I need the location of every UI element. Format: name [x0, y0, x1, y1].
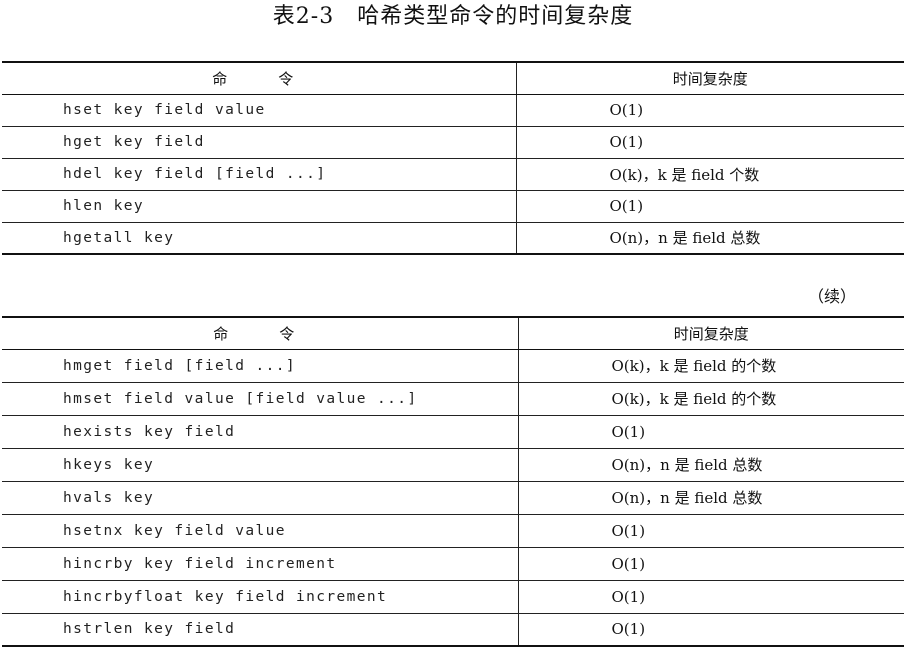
table-header-row: 命 令 时间复杂度	[2, 317, 904, 350]
table-row: hstrlen key field O(1)	[2, 613, 904, 646]
table-row: hset key field value O(1)	[2, 94, 904, 127]
command-cell: hlen key	[2, 190, 517, 223]
table-row: hmget field [field ...] O(k)，k 是 field 的个…	[2, 349, 904, 383]
table-row: hincrbyfloat key field increment O(1)	[2, 580, 904, 614]
complexity-cell: O(1)	[518, 415, 904, 449]
command-cell: hkeys key	[2, 448, 519, 482]
complexity-cell: O(1)	[516, 190, 904, 223]
command-cell: hstrlen key field	[2, 613, 519, 646]
command-cell: hincrbyfloat key field increment	[2, 580, 519, 614]
table-row: hkeys key O(n)，n 是 field 总数	[2, 448, 904, 482]
column-header-command: 命 令	[2, 317, 519, 350]
complexity-cell: O(n)，n 是 field 总数	[609, 229, 761, 248]
column-header-complexity: 时间复杂度	[516, 62, 904, 95]
complexity-cell: O(1)	[518, 514, 904, 548]
command-cell: hincrby key field increment	[2, 547, 519, 581]
complexity-cell: O(k)，k 是 field 个数	[516, 158, 904, 191]
complexity-cell: O(n)，n 是 field 总数	[518, 481, 904, 515]
table-row: hmset field value [field value ...] O(k)，…	[2, 382, 904, 416]
complexity-cell: O(k)，k 是 field 的个数	[518, 349, 904, 383]
table-row: hsetnx key field value O(1)	[2, 514, 904, 548]
command-cell: hsetnx key field value	[2, 514, 519, 548]
complexity-cell: O(1)	[516, 94, 904, 127]
command-cell: hexists key field	[2, 415, 519, 449]
command-cell: hset key field value	[2, 94, 517, 127]
complexity-cell: O(1)	[518, 547, 904, 581]
command-cell: hmset field value [field value ...]	[2, 382, 519, 416]
table-caption: 表2-3 哈希类型命令的时间复杂度	[272, 4, 634, 29]
table-header-row: 命 令 时间复杂度	[2, 62, 904, 95]
command-cell: hget key field	[2, 126, 517, 159]
table-row: hexists key field O(1)	[2, 415, 904, 449]
command-cell: hmget field [field ...]	[2, 349, 519, 383]
command-cell: hvals key	[2, 481, 519, 515]
table-row: hget key field O(1)	[2, 126, 904, 159]
command-cell: hdel key field [field ...]	[2, 158, 517, 191]
table-row: hvals key O(n)，n 是 field 总数	[2, 481, 904, 515]
complexity-cell: O(1)	[516, 126, 904, 159]
complexity-cell: O(1)	[518, 580, 904, 614]
command-cell: hgetall key	[2, 222, 517, 254]
table-row: hdel key field [field ...] O(k)，k 是 field…	[2, 158, 904, 191]
complexity-table-2: 命 令 时间复杂度 hmget field [field ...] O(k)，k …	[2, 316, 904, 647]
complexity-cell: O(1)	[611, 620, 646, 639]
complexity-cell: O(n)，n 是 field 总数	[518, 448, 904, 482]
column-header-complexity: 时间复杂度	[518, 317, 904, 350]
continued-label: （续）	[807, 287, 856, 306]
table-row: hincrby key field increment O(1)	[2, 547, 904, 581]
column-header-command: 命 令	[2, 62, 517, 95]
table-row: hgetall key O(n)，n 是 field 总数	[2, 222, 904, 254]
table-row: hlen key O(1)	[2, 190, 904, 223]
complexity-table-1: 命 令 时间复杂度 hset key field value O(1) hget k…	[2, 61, 904, 255]
complexity-cell: O(k)，k 是 field 的个数	[518, 382, 904, 416]
